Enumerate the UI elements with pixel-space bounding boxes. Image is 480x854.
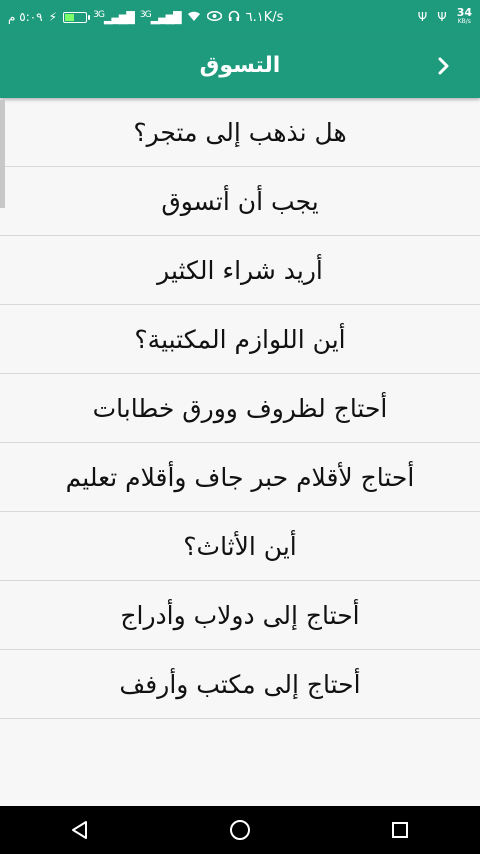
battery-icon [63, 11, 91, 23]
list-item[interactable]: أحتاج لظروف وورق خطابات [0, 374, 480, 443]
nav-home-button[interactable] [220, 810, 260, 850]
scrollbar[interactable] [0, 100, 5, 208]
usb-icon: Ψ [417, 10, 428, 24]
list-item[interactable]: يجب أن أتسوق [0, 167, 480, 236]
list-item[interactable]: أين اللوازم المكتبية؟ [0, 305, 480, 374]
status-time: ٥:٠٩ م [8, 10, 43, 24]
list-item[interactable]: أريد شراء الكثير [0, 236, 480, 305]
list-item[interactable]: أحتاج إلى دولاب وأدراج [0, 581, 480, 650]
list-item[interactable]: هل نذهب إلى متجر؟ [0, 98, 480, 167]
network-speed: ٦.١K/s [245, 9, 284, 25]
nav-recents-button[interactable] [380, 810, 420, 850]
system-nav-bar [0, 806, 480, 854]
nav-recents-icon [392, 822, 408, 838]
nav-back-button[interactable] [60, 810, 100, 850]
wifi-icon [187, 10, 201, 25]
signal-icon-2: 3G▂▄▆█ [139, 9, 182, 25]
list-item[interactable]: أحتاج لأقلام حبر جاف وأقلام تعليم [0, 443, 480, 512]
status-bar: ٥:٠٩ م ⚡ 3G▂▄▆█ 3G▂▄▆█ ٦.١K/s Ψ Ψ 34 KB/… [0, 0, 480, 34]
page-title: التسوق [199, 53, 281, 78]
back-button[interactable] [430, 52, 458, 80]
chevron-right-icon [438, 57, 449, 75]
signal-icon-1: 3G▂▄▆█ [93, 9, 135, 25]
speed-indicator: 34 KB/s [456, 6, 472, 25]
charging-icon: ⚡ [48, 10, 58, 24]
headset-icon [228, 10, 240, 25]
nav-back-icon [72, 821, 87, 839]
status-bar-right: Ψ Ψ 34 KB/s [417, 6, 472, 26]
eye-icon [206, 10, 222, 24]
nav-home-icon [230, 820, 250, 840]
list-item[interactable]: أحتاج إلى مكتب وأرفف [0, 650, 480, 719]
status-bar-left: ٥:٠٩ م ⚡ 3G▂▄▆█ 3G▂▄▆█ ٦.١K/s [8, 9, 283, 25]
list-item[interactable]: أين الأثاث؟ [0, 512, 480, 581]
phrase-list: هل نذهب إلى متجر؟ يجب أن أتسوق أريد شراء… [0, 98, 480, 719]
app-bar: التسوق [0, 34, 480, 98]
usb-icon-2: Ψ [437, 10, 447, 24]
